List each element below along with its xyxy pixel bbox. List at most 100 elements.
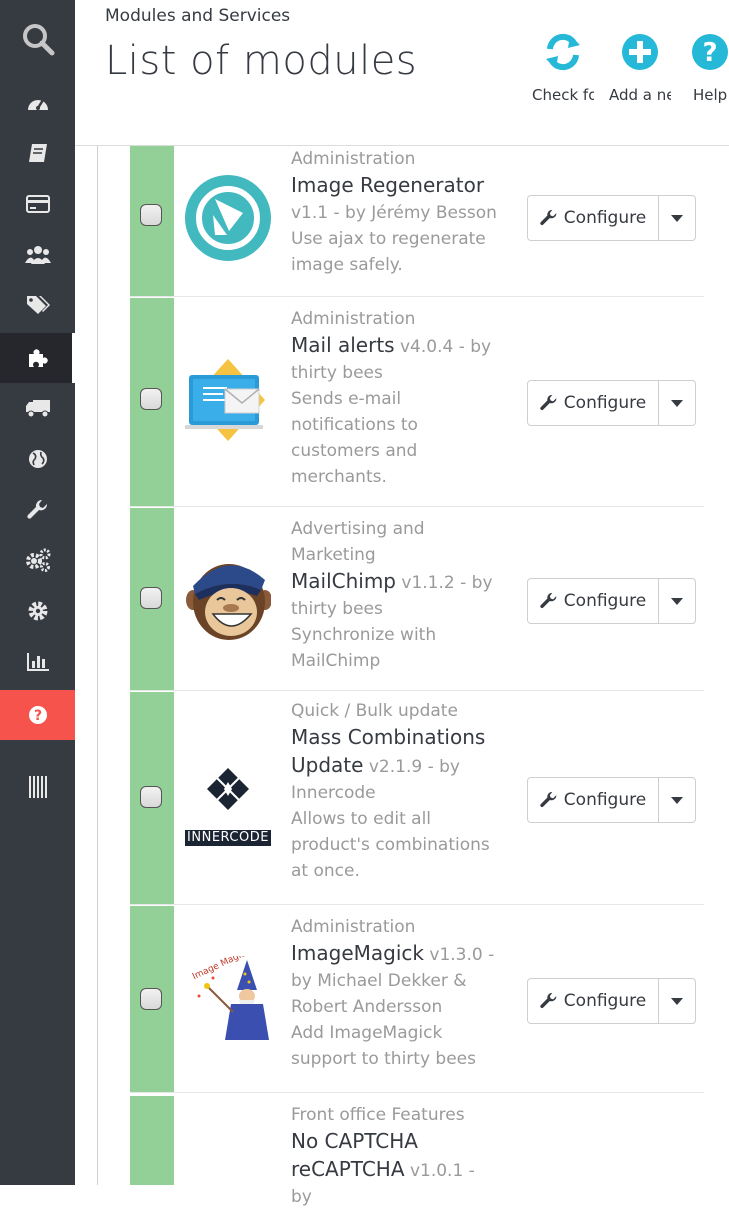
sidebar-item-administration[interactable]	[0, 586, 75, 636]
sidebar-search[interactable]	[0, 14, 75, 64]
wrench-icon	[540, 592, 557, 609]
add-module-label: Add a new module	[609, 86, 671, 104]
module-name: Image Regenerator	[291, 173, 485, 197]
plus-circle-icon	[622, 34, 658, 70]
module-checkbox[interactable]	[140, 988, 162, 1010]
truck-icon	[25, 400, 50, 418]
sidebar-item-catalog[interactable]	[0, 280, 75, 330]
configure-button-group: Configure	[527, 380, 696, 426]
help-button[interactable]: ? Help	[683, 30, 729, 120]
module-info: Quick / Bulk update Mass Combinations Up…	[291, 698, 501, 884]
configure-dropdown-toggle[interactable]	[659, 579, 695, 623]
module-version: v1.1 - by Jérémy Besson	[291, 203, 497, 223]
help-icon: ?	[28, 706, 47, 724]
module-name: No CAPTCHA reCAPTCHA	[291, 1129, 418, 1181]
gear-icon	[28, 601, 47, 621]
module-description: Add ImageMagick support to thirty bees	[291, 1023, 476, 1069]
caret-down-icon	[671, 796, 683, 804]
wrench-icon	[540, 791, 557, 808]
configure-button[interactable]: Configure	[528, 196, 659, 240]
configure-dropdown-toggle[interactable]	[659, 196, 695, 240]
mailchimp-logo	[186, 564, 271, 640]
orders-icon	[28, 144, 47, 162]
configure-button[interactable]: Configure	[528, 778, 659, 822]
module-info: Front office Features No CAPTCHA reCAPTC…	[291, 1102, 501, 1210]
module-list: Administration Image Regenerator v1.1 - …	[75, 146, 729, 1207]
sidebar-item-payment[interactable]	[0, 179, 75, 229]
module-category: Administration	[291, 917, 416, 937]
imagemagick-wizard-logo: Image Magick	[191, 956, 269, 1040]
wrench-icon	[540, 394, 557, 411]
module-name: ImageMagick	[291, 941, 424, 965]
wrench-icon	[540, 992, 557, 1009]
dashboard-icon	[27, 99, 48, 110]
page-title: List of modules	[105, 38, 418, 84]
mail-alerts-logo	[185, 359, 265, 441]
wrench-icon	[540, 209, 557, 226]
configure-dropdown-toggle[interactable]	[659, 778, 695, 822]
innercode-mark-icon	[207, 768, 249, 810]
svg-text:?: ?	[702, 38, 717, 68]
module-checkbox[interactable]	[140, 204, 162, 226]
module-category: Quick / Bulk update	[291, 701, 458, 721]
module-category: Advertising and Marketing	[291, 519, 425, 565]
sidebar-item-dashboard[interactable]	[0, 77, 75, 127]
module-row: Image Magick Administration ImageMagick …	[130, 906, 704, 1093]
check-updates-button[interactable]: Check for updates	[528, 30, 598, 120]
cogs-icon	[25, 548, 50, 572]
innercode-wordmark: INNERCODE	[185, 830, 271, 846]
sidebar-item-modules[interactable]	[0, 333, 75, 383]
module-name: MailChimp	[291, 569, 396, 593]
sidebar-item-preferences[interactable]	[0, 485, 75, 535]
status-indicator	[130, 1096, 174, 1185]
wrench-icon	[26, 499, 47, 519]
sidebar-collapse[interactable]	[0, 762, 75, 812]
module-checkbox[interactable]	[140, 786, 162, 808]
caret-down-icon	[671, 997, 683, 1005]
module-description: Allows to edit all product's combination…	[291, 809, 490, 881]
configure-label: Configure	[563, 591, 647, 611]
sidebar-item-advanced[interactable]	[0, 535, 75, 585]
configure-button-group: Configure	[527, 578, 696, 624]
configure-button-group: Configure	[527, 978, 696, 1024]
module-row: Front office Features No CAPTCHA reCAPTC…	[130, 1096, 704, 1207]
module-row: Administration Image Regenerator v1.1 - …	[130, 146, 704, 297]
sidebar-item-stats[interactable]	[0, 637, 75, 687]
configure-label: Configure	[563, 393, 647, 413]
sidebar-item-localization[interactable]	[0, 434, 75, 484]
tags-icon	[26, 296, 50, 314]
sidebar-item-customers[interactable]	[0, 230, 75, 280]
configure-label: Configure	[563, 991, 647, 1011]
sidebar-item-help[interactable]: ?	[0, 690, 75, 740]
module-row: Administration Mail alerts v4.0.4 - by t…	[130, 298, 704, 507]
module-info: Administration ImageMagick v1.3.0 - by M…	[291, 914, 501, 1072]
module-info: Advertising and Marketing MailChimp v1.1…	[291, 516, 501, 674]
module-checkbox[interactable]	[140, 388, 162, 410]
configure-label: Configure	[563, 790, 647, 810]
configure-button[interactable]: Configure	[528, 979, 659, 1023]
module-description: Synchronize with MailChimp	[291, 625, 437, 671]
module-category: Administration	[291, 149, 416, 169]
sidebar-item-shipping[interactable]	[0, 383, 75, 433]
configure-dropdown-toggle[interactable]	[659, 381, 695, 425]
breadcrumb[interactable]: Modules and Services	[105, 6, 290, 26]
search-icon	[22, 24, 54, 56]
sidebar-item-orders[interactable]	[0, 128, 75, 178]
configure-label: Configure	[563, 208, 647, 228]
add-module-button[interactable]: Add a new module	[605, 30, 675, 120]
configure-button[interactable]: Configure	[528, 381, 659, 425]
caret-down-icon	[671, 597, 683, 605]
configure-button-group: Configure	[527, 777, 696, 823]
svg-text:?: ?	[33, 708, 41, 724]
page-header: Modules and Services List of modules Che…	[75, 0, 729, 146]
configure-button[interactable]: Configure	[528, 579, 659, 623]
module-checkbox[interactable]	[140, 587, 162, 609]
module-name: Mail alerts	[291, 333, 395, 357]
configure-dropdown-toggle[interactable]	[659, 979, 695, 1023]
puzzle-icon	[28, 349, 48, 367]
module-row: INNERCODE Quick / Bulk update Mass Combi…	[130, 692, 704, 905]
credit-card-icon	[25, 195, 50, 213]
image-regenerator-logo	[185, 175, 271, 261]
module-description: Use ajax to regenerate image safely.	[291, 229, 486, 275]
check-updates-label: Check for updates	[532, 86, 594, 104]
